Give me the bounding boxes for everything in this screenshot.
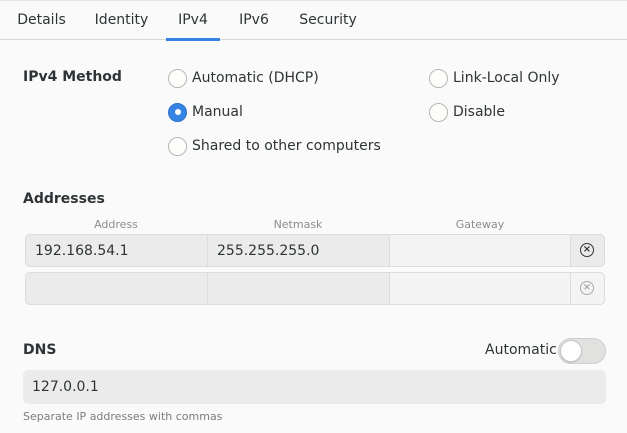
- tab-identity[interactable]: Identity: [86, 1, 157, 40]
- ipv4-method-label: IPv4 Method: [23, 69, 122, 85]
- addresses-label: Addresses: [23, 191, 105, 207]
- close-circle-icon: ×: [580, 281, 594, 295]
- address-field[interactable]: [25, 272, 208, 305]
- remove-address-button[interactable]: ×: [570, 234, 605, 267]
- tab-security[interactable]: Security: [290, 1, 366, 40]
- radio-indicator[interactable]: [168, 136, 187, 156]
- radio-label: Shared to other computers: [192, 138, 381, 154]
- dns-hint: Separate IP addresses with commas: [23, 410, 223, 423]
- dns-label: DNS: [23, 342, 57, 358]
- tab-ipv4[interactable]: IPv4: [166, 1, 220, 41]
- radio-disable[interactable]: Disable: [429, 101, 505, 123]
- radio-label: Disable: [453, 104, 505, 120]
- address-field[interactable]: 192.168.54.1: [25, 234, 208, 267]
- ipv4-settings-page: Details Identity IPv4 IPv6 Security IPv4…: [0, 0, 627, 433]
- gateway-field[interactable]: [389, 272, 571, 305]
- radio-link-local-only[interactable]: Link-Local Only: [429, 67, 560, 89]
- close-circle-icon: ×: [580, 243, 594, 257]
- radio-label: Automatic (DHCP): [192, 70, 319, 86]
- dns-automatic-label: Automatic: [485, 342, 557, 358]
- radio-label: Link-Local Only: [453, 70, 560, 86]
- radio-indicator[interactable]: [168, 68, 187, 88]
- netmask-field[interactable]: [207, 272, 390, 305]
- gateway-field[interactable]: [389, 234, 571, 267]
- radio-label: Manual: [192, 104, 243, 120]
- radio-indicator[interactable]: [429, 68, 448, 88]
- radio-indicator[interactable]: [429, 102, 448, 122]
- radio-automatic-dhcp[interactable]: Automatic (DHCP): [168, 67, 319, 89]
- radio-indicator-checked[interactable]: [168, 102, 187, 122]
- remove-address-button[interactable]: ×: [570, 272, 605, 305]
- column-header-netmask: Netmask: [273, 218, 323, 231]
- column-header-address: Address: [94, 218, 138, 231]
- radio-shared[interactable]: Shared to other computers: [168, 135, 381, 157]
- tab-details[interactable]: Details: [8, 1, 75, 40]
- tab-bar: Details Identity IPv4 IPv6 Security: [0, 0, 627, 41]
- switch-knob: [560, 340, 582, 362]
- dns-automatic-switch[interactable]: [558, 338, 606, 364]
- dns-input[interactable]: 127.0.0.1: [23, 370, 606, 404]
- column-header-gateway: Gateway: [455, 218, 505, 231]
- radio-manual[interactable]: Manual: [168, 101, 243, 123]
- netmask-field[interactable]: 255.255.255.0: [207, 234, 390, 267]
- tab-ipv6[interactable]: IPv6: [229, 1, 279, 40]
